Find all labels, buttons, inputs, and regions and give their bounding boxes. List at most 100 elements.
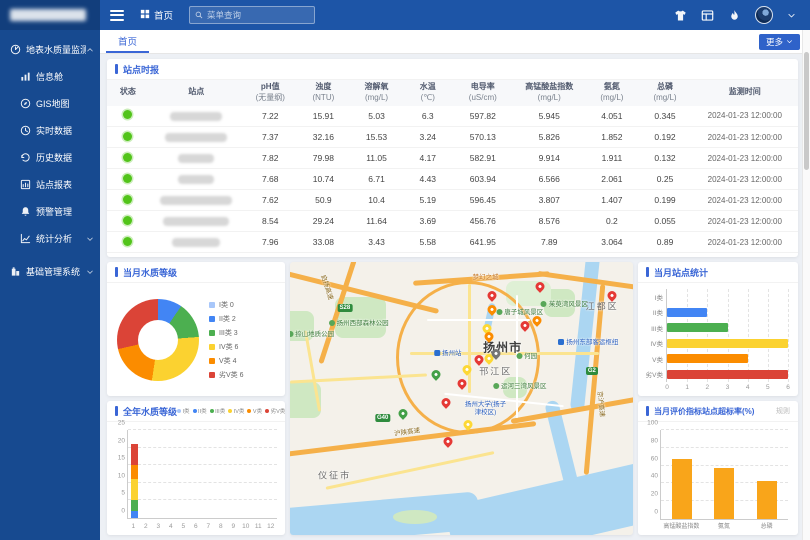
column-header: 浊度(NTU) xyxy=(297,80,350,106)
report-icon xyxy=(20,179,31,190)
exceedance-rate-card: 当月评价指标站点超标率(%) 规则 020406080100 高锰酸盐指数氨氮总… xyxy=(638,401,798,535)
layout-icon[interactable] xyxy=(701,9,714,22)
more-button[interactable]: 更多 xyxy=(759,34,800,50)
value-cell: 0.199 xyxy=(638,190,691,211)
station-cell xyxy=(149,127,244,148)
sidebar-item-compass[interactable]: GIS地图 xyxy=(0,90,100,117)
stats-line-icon xyxy=(20,233,31,244)
monthly-station-stats-title: 当月站点统计 xyxy=(654,266,708,279)
y-tick-label: 0 xyxy=(121,508,125,515)
value-cell: 7.68 xyxy=(244,169,297,190)
monitor-time-cell: 2024-01-23 12:00:00 xyxy=(692,148,798,169)
status-cell xyxy=(107,127,149,148)
vertical-scrollbar[interactable] xyxy=(802,30,810,540)
value-cell: 456.76 xyxy=(452,211,513,232)
station-map[interactable]: 梦幻之城江都区唐子城风景区茱萸湾风景区扬州西部森林公园捺山地质公园扬州东部客运枢… xyxy=(290,262,633,535)
month-bar xyxy=(180,430,187,518)
annual-stacked-chart: 0510152025 xyxy=(127,430,277,519)
sidebar-item-label: 站点报表 xyxy=(36,178,72,191)
status-dot-normal xyxy=(123,153,132,162)
column-header: 总磷(mg/L) xyxy=(638,80,691,106)
map-label-district: 邗江区 xyxy=(479,365,512,378)
history-icon xyxy=(20,152,31,163)
alert-bell-icon xyxy=(20,206,31,217)
table-row[interactable]: 7.6250.910.45.19596.453.8071.4070.199202… xyxy=(107,190,798,211)
annual-grade-title: 全年水质等级 xyxy=(123,405,177,418)
x-tick-label: 0 xyxy=(665,382,669,394)
sidebar-item-alert-bell[interactable]: 预警管理 xyxy=(0,198,100,225)
category-label: IV类 xyxy=(642,336,666,352)
sidebar-item-info-chart[interactable]: 信息舱 xyxy=(0,63,100,90)
theme-skin-icon[interactable] xyxy=(674,9,687,22)
value-cell: 7.62 xyxy=(244,190,297,211)
column-header: 状态 xyxy=(107,80,149,106)
monitor-time-cell: 2024-01-23 12:00:00 xyxy=(692,232,798,253)
station-report-card: 站点时报 状态站点pH值(无量纲)浊度(NTU)溶解氧(mg/L)水温(℃)电导… xyxy=(107,59,798,257)
category-label: 氨氮 xyxy=(703,521,746,533)
value-cell: 0.25 xyxy=(638,169,691,190)
column-header: 电导率(uS/cm) xyxy=(452,80,513,106)
category-label: II类 xyxy=(642,305,666,321)
category-label: 总磷 xyxy=(745,521,788,533)
search-input[interactable] xyxy=(207,10,309,20)
topbar-home-link[interactable]: 首页 xyxy=(140,8,173,22)
sidebar-section-base-mgmt[interactable]: 基础管理系统 xyxy=(0,258,100,285)
chevron-down-icon[interactable] xyxy=(787,11,796,20)
y-tick-label: 0 xyxy=(654,509,658,516)
title-accent xyxy=(115,64,118,74)
bar xyxy=(757,481,777,519)
value-cell: 33.08 xyxy=(297,232,350,253)
donut-legend: I类 0II类 2III类 3IV类 6V类 4劣V类 6 xyxy=(209,300,244,380)
tab-home[interactable]: 首页 xyxy=(106,30,149,53)
scrollbar-thumb[interactable] xyxy=(804,52,809,170)
map-label-park: 扬州西部森林公园 xyxy=(329,317,389,327)
sidebar-item-history[interactable]: 历史数据 xyxy=(0,144,100,171)
value-cell: 79.98 xyxy=(297,148,350,169)
value-cell: 6.3 xyxy=(403,106,452,127)
x-tick-label: 12 xyxy=(265,521,278,533)
map-pin-green[interactable] xyxy=(397,407,410,420)
sidebar-item-report[interactable]: 站点报表 xyxy=(0,171,100,198)
value-cell: 15.53 xyxy=(350,127,403,148)
map-label-park: 茱萸湾风景区 xyxy=(541,298,588,308)
table-row[interactable]: 7.6810.746.714.43603.946.5662.0610.25202… xyxy=(107,169,798,190)
sidebar-item-label: 统计分析 xyxy=(36,232,72,245)
table-row[interactable]: 7.2215.915.036.3597.825.9454.0510.345202… xyxy=(107,106,798,127)
road-shield: S28 xyxy=(338,304,353,312)
sidebar-item-label: 实时数据 xyxy=(36,124,72,137)
x-tick-label: 6 xyxy=(786,382,790,394)
bars xyxy=(661,430,788,519)
rules-link[interactable]: 规则 xyxy=(776,406,790,416)
tab-bar: 首页 更多 xyxy=(100,30,810,54)
sidebar-item-stats-line[interactable]: 统计分析 xyxy=(0,225,100,252)
table-row[interactable]: 7.8279.9811.054.17582.919.9141.9110.1322… xyxy=(107,148,798,169)
table-row[interactable]: 8.5429.2411.643.69456.768.5760.20.055202… xyxy=(107,211,798,232)
value-cell: 8.54 xyxy=(244,211,297,232)
value-cell: 7.22 xyxy=(244,106,297,127)
flame-icon[interactable] xyxy=(728,9,741,22)
month-bar xyxy=(131,430,138,518)
sidebar: 地表水质量监测系统信息舱GIS地图实时数据历史数据站点报表预警管理统计分析基础管… xyxy=(0,0,100,540)
clock-icon xyxy=(20,125,31,136)
table-row[interactable]: 7.9633.083.435.58641.957.893.0640.892024… xyxy=(107,232,798,253)
x-tick-label: 4 xyxy=(165,521,178,533)
sidebar-item-clock[interactable]: 实时数据 xyxy=(0,117,100,144)
hamburger-menu-icon[interactable] xyxy=(110,10,124,21)
month-bar xyxy=(143,430,150,518)
value-cell: 32.16 xyxy=(297,127,350,148)
month-bar xyxy=(205,430,212,518)
value-cell: 15.91 xyxy=(297,106,350,127)
value-cell: 1.852 xyxy=(585,127,638,148)
avatar[interactable] xyxy=(755,6,773,24)
legend-item: III类 xyxy=(210,407,226,415)
chevron-down-icon xyxy=(786,37,793,47)
month-bar xyxy=(193,430,200,518)
menu-search[interactable] xyxy=(189,6,315,24)
sidebar-section-surface-water[interactable]: 地表水质量监测系统 xyxy=(0,36,100,63)
table-row[interactable]: 7.3732.1615.533.24570.135.8261.8520.1922… xyxy=(107,127,798,148)
value-cell: 570.13 xyxy=(452,127,513,148)
legend-item: 劣V类 6 xyxy=(209,370,244,380)
legend-item: IV类 6 xyxy=(209,342,244,352)
bar-II类 xyxy=(667,308,707,317)
value-cell: 8.576 xyxy=(513,211,585,232)
